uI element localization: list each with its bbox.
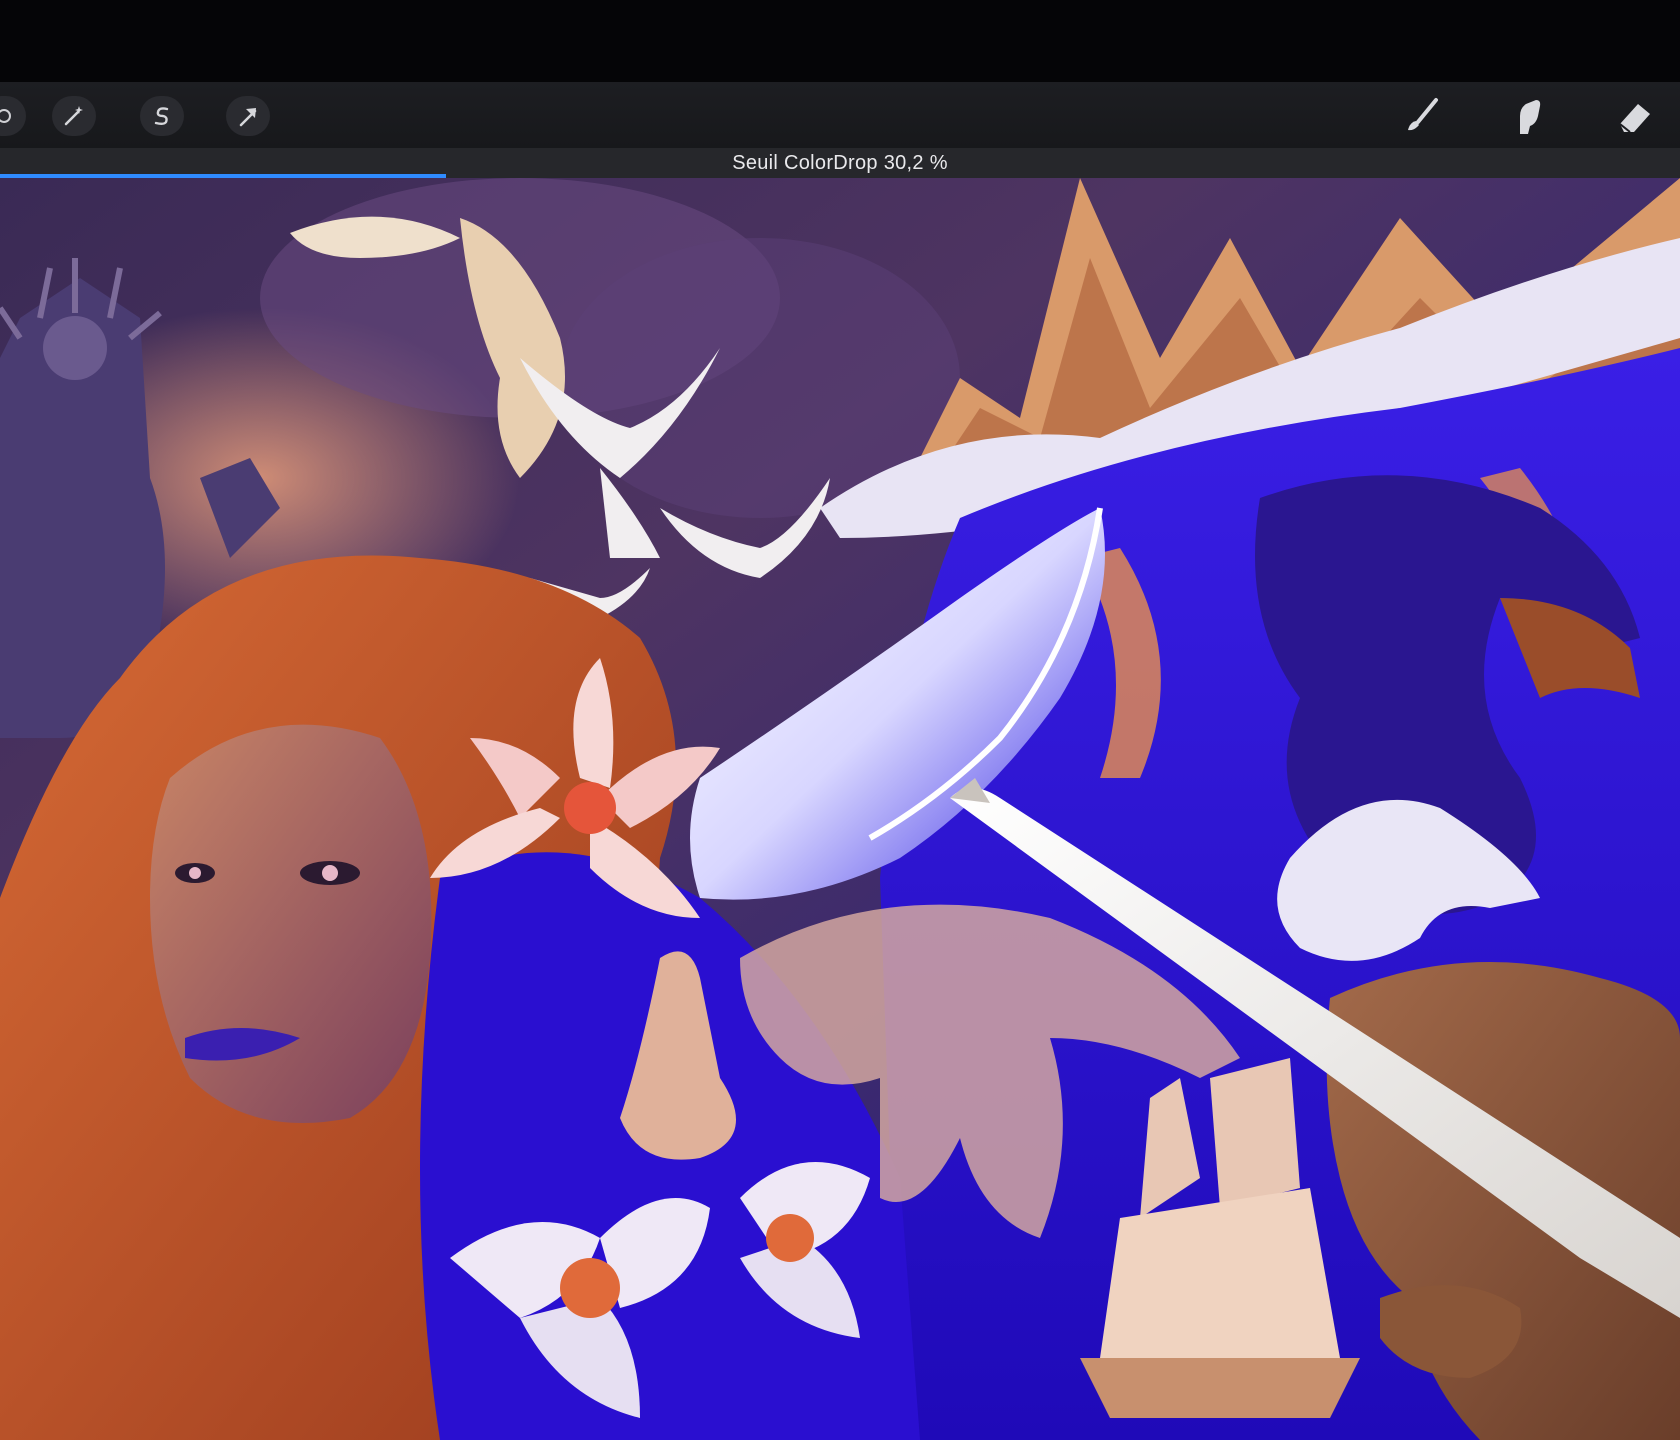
transform-button[interactable]	[226, 96, 270, 136]
selection-button[interactable]	[140, 96, 184, 136]
artwork	[0, 178, 1680, 1440]
device-bezel	[0, 0, 1680, 82]
magic-wand-icon	[64, 106, 83, 126]
colordrop-threshold-label: Seuil ColorDrop 30,2 %	[732, 151, 948, 174]
selection-s-icon	[154, 107, 169, 125]
brush-button[interactable]	[1398, 92, 1446, 140]
transform-arrow-icon	[239, 108, 257, 127]
brush-icon	[1408, 98, 1438, 131]
partial-icon	[0, 109, 11, 123]
eraser-icon	[1619, 104, 1650, 133]
adjustments-button[interactable]	[52, 96, 96, 136]
smudge-icon	[1520, 100, 1541, 134]
smudge-button[interactable]	[1504, 92, 1552, 140]
eraser-button[interactable]	[1610, 92, 1658, 140]
drawing-canvas[interactable]	[0, 178, 1680, 1440]
